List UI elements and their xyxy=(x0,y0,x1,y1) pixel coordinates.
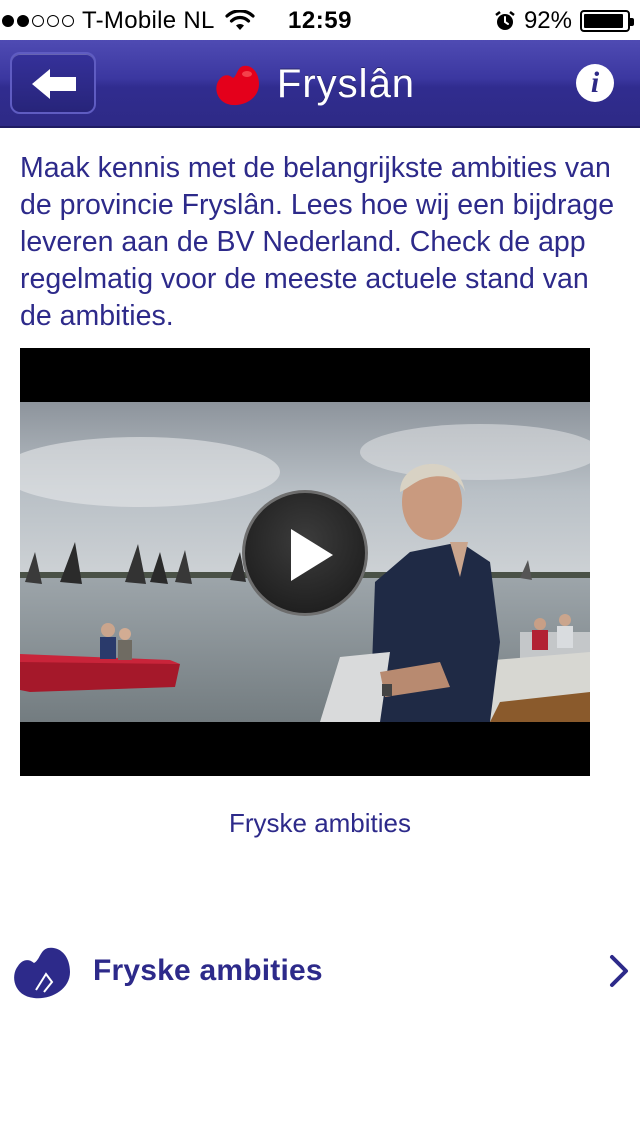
fryslan-heart-logo-icon xyxy=(216,65,259,106)
play-button[interactable] xyxy=(242,490,368,616)
status-bar: T-Mobile NL 12:59 92% xyxy=(0,0,640,40)
fryslan-heart-icon xyxy=(14,947,71,999)
video-player[interactable] xyxy=(20,348,590,776)
play-icon xyxy=(291,529,333,581)
battery-percent: 92% xyxy=(523,7,572,34)
chevron-right-icon xyxy=(610,955,628,987)
battery-nub xyxy=(630,18,634,26)
list-item-label: Fryske ambities xyxy=(93,954,323,987)
navigation-bar: Fryslân i xyxy=(0,40,640,128)
info-button[interactable]: i xyxy=(576,64,614,102)
battery-icon xyxy=(580,10,634,32)
status-right: 92% xyxy=(494,7,634,35)
info-icon: i xyxy=(590,66,600,99)
nav-title-group: Fryslân xyxy=(0,40,640,128)
video-caption: Fryske ambities xyxy=(228,808,412,838)
list-item-fryske-ambities[interactable]: Fryske ambities xyxy=(0,932,640,1016)
battery-level xyxy=(584,14,623,28)
intro-text: Maak kennis met de belangrijkste ambitie… xyxy=(20,152,615,332)
page-title: Fryslân xyxy=(276,61,416,106)
alarm-clock-icon xyxy=(495,11,515,30)
